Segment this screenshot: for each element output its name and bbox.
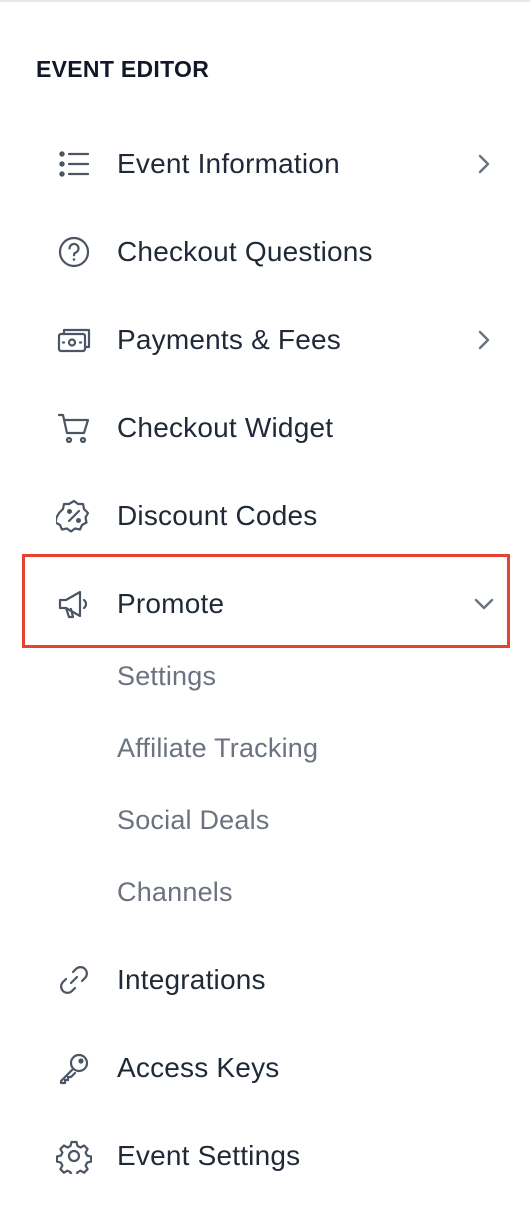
key-icon <box>56 1050 92 1086</box>
sub-item-settings[interactable]: Settings <box>117 656 216 696</box>
sidebar-item-integrations[interactable]: Integrations <box>36 948 506 1012</box>
sub-item-social-deals[interactable]: Social Deals <box>117 800 269 840</box>
sub-item-affiliate-tracking[interactable]: Affiliate Tracking <box>117 728 318 768</box>
question-circle-icon <box>56 234 92 270</box>
sidebar-item-label: Promote <box>117 588 225 619</box>
sidebar-item-checkout-widget[interactable]: Checkout Widget <box>36 396 506 460</box>
sidebar-title: EVENT EDITOR <box>36 56 210 82</box>
sidebar-item-label: Discount Codes <box>117 500 318 531</box>
chevron-right-icon <box>472 152 496 176</box>
chevron-right-icon <box>472 328 496 352</box>
sidebar-item-label: Integrations <box>117 964 266 995</box>
money-icon <box>56 322 92 358</box>
cart-icon <box>56 410 92 446</box>
sidebar-item-event-settings[interactable]: Event Settings <box>36 1124 506 1188</box>
sidebar-item-label: Event Information <box>117 148 340 179</box>
gear-icon <box>56 1138 92 1174</box>
sidebar-item-label: Payments & Fees <box>117 324 341 355</box>
sub-item-channels[interactable]: Channels <box>117 872 233 912</box>
sidebar-item-event-information[interactable]: Event Information <box>36 132 506 196</box>
list-icon <box>56 146 92 182</box>
chevron-down-icon <box>472 592 496 616</box>
megaphone-icon <box>56 586 92 622</box>
sidebar-item-access-keys[interactable]: Access Keys <box>36 1036 506 1100</box>
discount-badge-icon <box>56 498 92 534</box>
sidebar-item-payments-fees[interactable]: Payments & Fees <box>36 308 506 372</box>
sidebar-item-promote[interactable]: Promote <box>36 572 506 636</box>
sidebar-item-label: Checkout Widget <box>117 412 334 443</box>
sidebar-item-discount-codes[interactable]: Discount Codes <box>36 484 506 548</box>
sidebar-item-checkout-questions[interactable]: Checkout Questions <box>36 220 506 284</box>
top-divider <box>0 0 530 2</box>
sidebar-item-label: Access Keys <box>117 1052 280 1083</box>
sidebar-item-label: Event Settings <box>117 1140 301 1171</box>
sidebar-item-label: Checkout Questions <box>117 236 373 267</box>
link-icon <box>56 962 92 998</box>
